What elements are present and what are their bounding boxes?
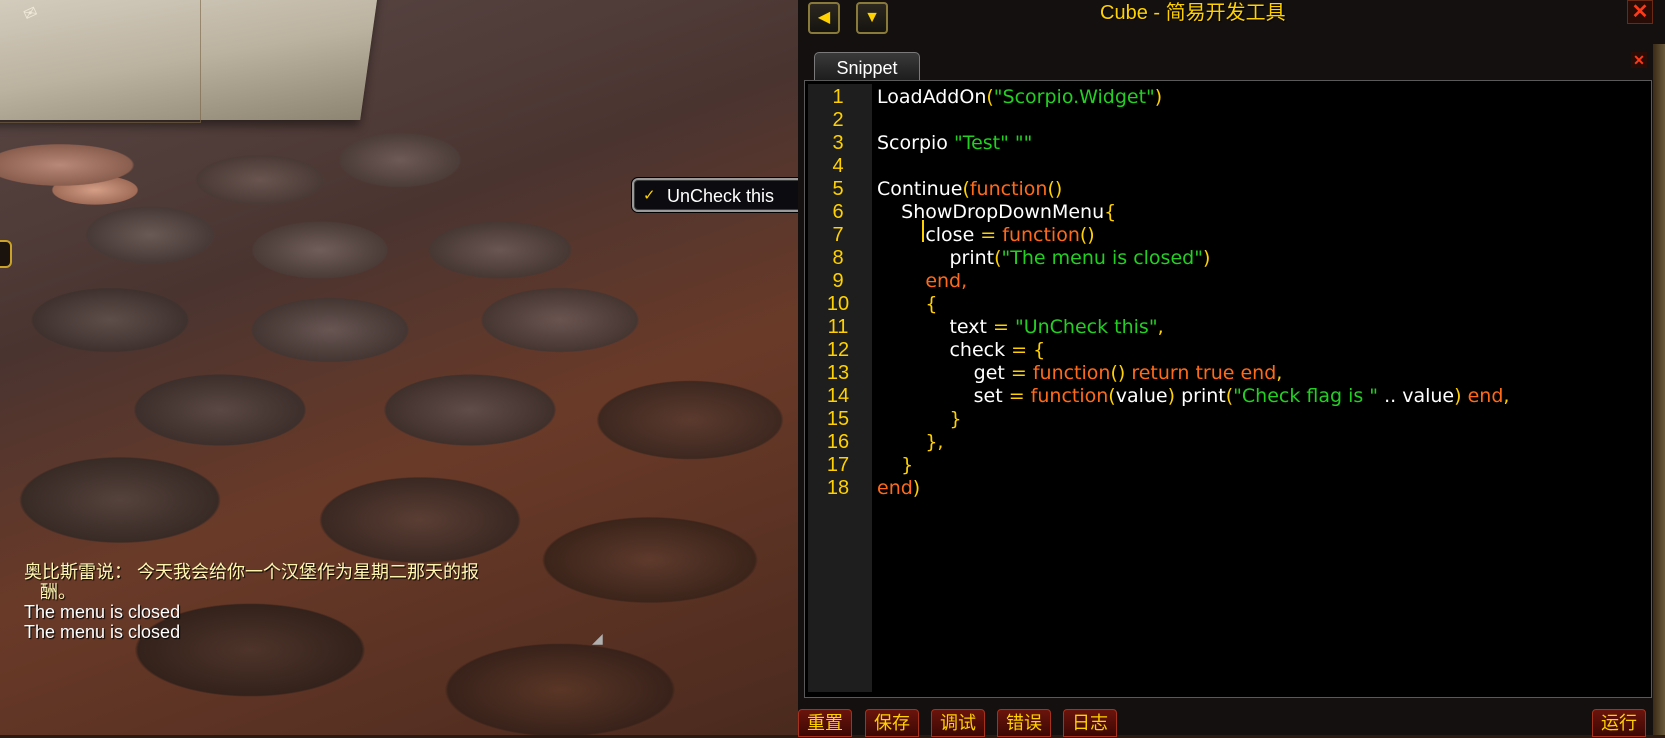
chat-message: 奥比斯雷说： 今天我会给你一个汉堡作为星期二那天的报 <box>24 562 479 582</box>
chat-resize-grip[interactable]: ◢ <box>592 630 612 646</box>
debug-button[interactable]: 调试 <box>931 709 985 737</box>
reset-button[interactable]: 重置 <box>798 709 852 737</box>
nav-left-button[interactable]: ◀ <box>808 2 840 34</box>
code-line: close = function() <box>877 224 1095 246</box>
run-button[interactable]: 运行 <box>1592 709 1646 737</box>
close-icon: ✕ <box>1633 52 1645 68</box>
line-number: 3 <box>832 132 844 154</box>
chat-frame: 奥比斯雷说： 今天我会给你一个汉堡作为星期二那天的报 酬。 The menu is … <box>24 562 584 642</box>
chat-message: The menu is closed <box>24 622 181 642</box>
line-number: 5 <box>832 178 844 200</box>
cube-editor-window: ◀ ▼ Cube - 简易开发工具 ✕ Snippet ✕ 1234567891… <box>798 0 1665 737</box>
line-number: 15 <box>826 408 850 430</box>
line-number-gutter: 1 2 3 4 5 6 7 8 9 10 11 12 13 14 15 16 17 18 <box>808 84 872 692</box>
code-line: ShowDropDownMenu{ <box>877 201 1117 223</box>
tab-close-button[interactable]: ✕ <box>1631 52 1647 68</box>
code-line: end, <box>925 270 968 292</box>
save-button[interactable]: 保存 <box>865 709 919 737</box>
line-number: 14 <box>826 385 850 407</box>
text-cursor <box>922 220 924 242</box>
line-number: 8 <box>832 247 844 269</box>
line-number: 2 <box>832 109 844 131</box>
line-number: 6 <box>832 201 844 223</box>
side-toggle-button[interactable] <box>0 240 12 268</box>
code-editor[interactable]: 1 2 3 4 5 6 7 8 9 10 11 12 13 14 15 16 17 18 LoadAddOn("S… <box>804 80 1652 698</box>
tab-snippet[interactable]: Snippet <box>814 52 920 81</box>
code-line: check = { <box>877 339 1046 361</box>
close-button[interactable]: ✕ <box>1627 0 1653 24</box>
line-number: 1 <box>832 86 844 108</box>
window-title: Cube - 简易开发工具 <box>1100 2 1286 24</box>
line-number: 13 <box>826 362 850 384</box>
code-line: { <box>925 293 938 315</box>
code-line: }, <box>925 431 944 453</box>
log-button[interactable]: 日志 <box>1063 709 1117 737</box>
line-number: 4 <box>832 155 844 177</box>
line-number: 17 <box>826 454 850 476</box>
error-button[interactable]: 错误 <box>997 709 1051 737</box>
line-number: 11 <box>827 316 849 338</box>
dropdown-item-uncheck-this[interactable]: UnCheck this <box>667 186 774 207</box>
line-number: 10 <box>826 293 850 315</box>
code-line: Scorpio "Test" "" <box>877 132 1033 154</box>
arrow-down-icon: ▼ <box>864 9 880 26</box>
code-line: LoadAddOn("Scorpio.Widget") <box>877 86 1163 108</box>
code-line: text = "UnCheck this", <box>877 316 1164 338</box>
nav-dropdown-button[interactable]: ▼ <box>856 2 888 34</box>
chat-message: 酬。 <box>40 582 76 602</box>
code-line: } <box>901 454 914 476</box>
code-line: end) <box>877 477 921 499</box>
code-line: get = function() return true end, <box>877 362 1283 384</box>
code-line: Continue(function() <box>877 178 1063 200</box>
dropdown-menu: ✓ UnCheck this <box>632 178 798 212</box>
game-world-view[interactable]: ✉ ✓ UnCheck this 奥比斯雷说： 今天我会给你一个汉堡作为星期二那… <box>0 0 798 735</box>
code-line: print("The menu is closed") <box>877 247 1211 269</box>
line-number: 9 <box>832 270 844 292</box>
window-edge-border <box>1653 44 1665 735</box>
bottom-toolbar: 重置 保存 调试 错误 日志 运行 <box>798 705 1665 737</box>
line-number: 12 <box>826 339 850 361</box>
check-icon: ✓ <box>643 187 656 204</box>
arrow-left-icon: ◀ <box>817 9 831 26</box>
line-number: 16 <box>826 431 850 453</box>
line-number: 18 <box>826 477 850 499</box>
chat-message: The menu is closed <box>24 602 181 622</box>
code-line: } <box>949 408 962 430</box>
code-line: set = function(value) print("Check flag … <box>877 385 1510 407</box>
line-number: 7 <box>832 224 844 246</box>
close-icon: ✕ <box>1631 1 1649 23</box>
